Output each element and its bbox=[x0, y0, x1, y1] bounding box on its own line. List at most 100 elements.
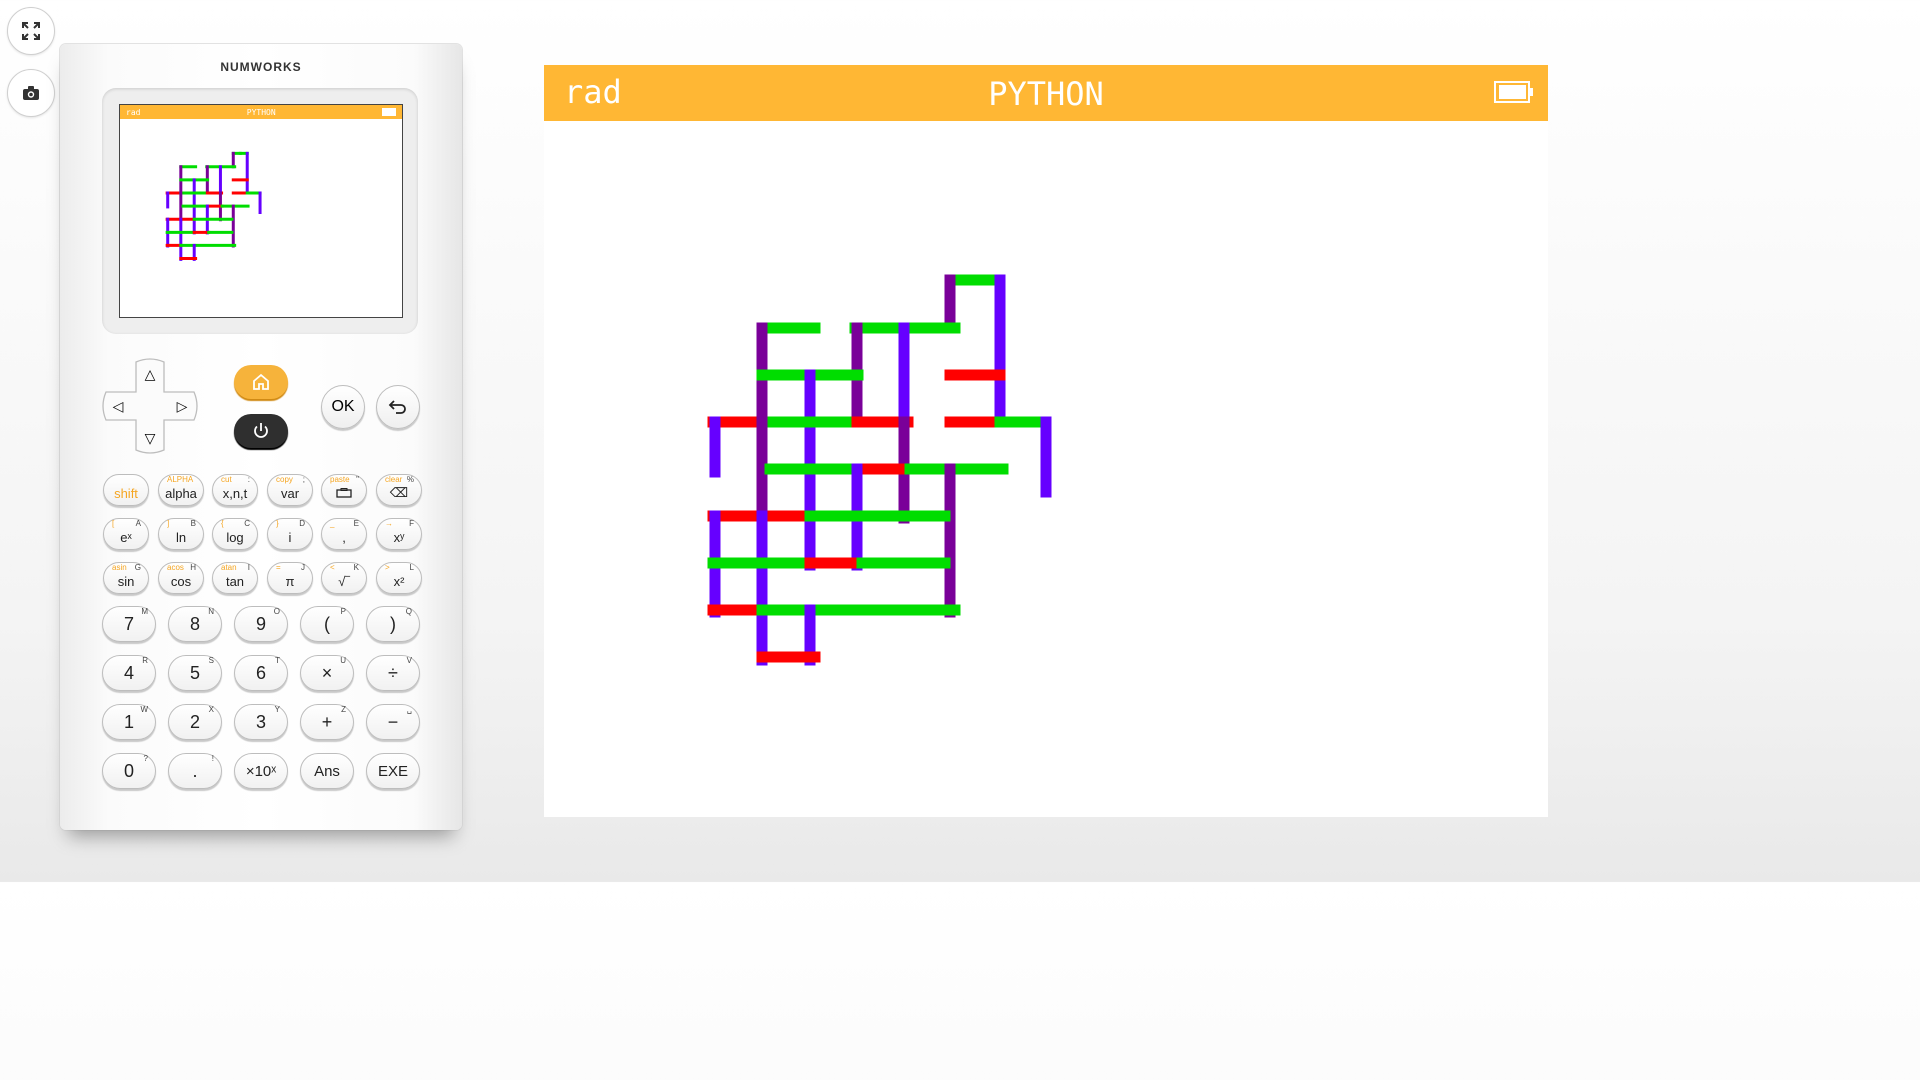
key-0-3[interactable]: var copy; bbox=[267, 474, 313, 506]
key-shift-label: < bbox=[330, 563, 335, 572]
key-×[interactable]: × U bbox=[300, 655, 354, 691]
brand-logo: NUMWORKS bbox=[220, 60, 302, 74]
dpad-up-button[interactable]: △ bbox=[136, 360, 164, 388]
key-alpha-label: L bbox=[409, 563, 414, 572]
turtle-drawing bbox=[707, 274, 1052, 666]
key-5[interactable]: 5S bbox=[168, 655, 222, 691]
key-label: × bbox=[321, 662, 333, 683]
key-alpha-label: Z bbox=[341, 705, 346, 714]
key-0-2[interactable]: x,n,t cut: bbox=[212, 474, 258, 506]
key-1-1[interactable]: ln] B bbox=[158, 518, 204, 550]
key-label: cos bbox=[170, 573, 192, 589]
key-2-2[interactable]: tan atan I bbox=[212, 562, 258, 594]
key-6[interactable]: 6T bbox=[234, 655, 288, 691]
dpad-left-button[interactable]: ◁ bbox=[104, 392, 132, 420]
key-label: sin bbox=[117, 573, 135, 589]
key-EXE[interactable]: EXE bbox=[366, 753, 420, 789]
key-shift-label: copy bbox=[276, 475, 293, 484]
key-label: ⌫ bbox=[389, 485, 409, 500]
key-alpha-label: Q bbox=[405, 607, 412, 616]
key-÷[interactable]: ÷ V bbox=[366, 655, 420, 691]
key-label: x,n,t bbox=[222, 485, 248, 501]
key-shift-label: atan bbox=[221, 563, 237, 572]
key-label: 3 bbox=[255, 711, 266, 732]
key-label: eˣ bbox=[120, 529, 132, 545]
mini-screen: rad PYTHON bbox=[119, 104, 403, 318]
mini-angle-mode: rad bbox=[126, 107, 141, 117]
fullscreen-icon bbox=[22, 22, 40, 40]
key-−[interactable]: − ␣ bbox=[366, 704, 420, 740]
key-label: x² bbox=[393, 573, 405, 589]
fullscreen-button[interactable] bbox=[7, 7, 55, 55]
key-label: √‾ bbox=[338, 573, 350, 589]
key-8[interactable]: 8N bbox=[168, 606, 222, 642]
home-button[interactable] bbox=[234, 365, 288, 399]
ok-button[interactable]: OK bbox=[321, 385, 365, 429]
key-1-3[interactable]: i} D bbox=[267, 518, 313, 550]
key-([interactable]: (P bbox=[300, 606, 354, 642]
key-+[interactable]: + Z bbox=[300, 704, 354, 740]
key-4[interactable]: 4R bbox=[102, 655, 156, 691]
key-label: ln bbox=[175, 529, 187, 545]
key-2-5[interactable]: x² > L bbox=[376, 562, 422, 594]
key-2[interactable]: 2X bbox=[168, 704, 222, 740]
key-0-4[interactable]: paste " bbox=[321, 474, 367, 506]
power-icon bbox=[254, 423, 268, 438]
key-0-5[interactable]: ⌫ clear% bbox=[376, 474, 422, 506]
key-alpha-label: B bbox=[190, 519, 196, 528]
key-9[interactable]: 9O bbox=[234, 606, 288, 642]
key-1-5[interactable]: xʸ → F bbox=[376, 518, 422, 550]
key-label: . bbox=[192, 760, 198, 781]
mini-title: PYTHON bbox=[246, 107, 276, 117]
key-alpha-label: % bbox=[406, 475, 414, 484]
battery-icon bbox=[1494, 81, 1533, 103]
key-)[interactable]: ) Q bbox=[366, 606, 420, 642]
key-label: 5 bbox=[189, 662, 200, 683]
back-button[interactable] bbox=[376, 385, 420, 429]
status-bar: rad PYTHON bbox=[544, 65, 1548, 121]
key-label: 0 bbox=[123, 760, 134, 781]
key-2-1[interactable]: cos acos H bbox=[158, 562, 204, 594]
key-2-3[interactable]: π = J bbox=[267, 562, 313, 594]
key-shift-label: ] bbox=[167, 519, 170, 528]
key-alpha-label: U bbox=[340, 656, 346, 665]
toolbox-icon bbox=[336, 486, 352, 501]
key-shift-label: cut bbox=[221, 475, 232, 484]
key-alpha-label: ! bbox=[211, 754, 214, 763]
key-alpha-label: D bbox=[299, 519, 305, 528]
key-0-1[interactable]: alpha ALPHA bbox=[158, 474, 204, 506]
key-1-0[interactable]: eˣ [A bbox=[103, 518, 149, 550]
key-2-4[interactable]: √‾ < K bbox=[321, 562, 367, 594]
key-1[interactable]: 1W bbox=[102, 704, 156, 740]
key-alpha-label: : bbox=[247, 475, 250, 484]
key-7[interactable]: 7M bbox=[102, 606, 156, 642]
key-alpha-label: N bbox=[208, 607, 214, 616]
key-shift-label: [ bbox=[112, 519, 115, 528]
dpad-down-button[interactable]: ▽ bbox=[136, 424, 164, 452]
key-1-2[interactable]: log{C bbox=[212, 518, 258, 550]
home-icon bbox=[253, 373, 269, 390]
screen-bezel: rad PYTHON bbox=[102, 88, 418, 334]
key-alpha-label: ; bbox=[302, 475, 305, 484]
key-Ans[interactable]: Ans bbox=[300, 753, 354, 789]
key-alpha-label: K bbox=[353, 563, 359, 572]
key-label: ) bbox=[390, 613, 396, 634]
key-label: ( bbox=[324, 613, 330, 634]
key-.[interactable]: .! bbox=[168, 753, 222, 789]
key-label: 7 bbox=[123, 613, 134, 634]
dpad-right-button[interactable]: ▷ bbox=[168, 392, 196, 420]
key-label: var bbox=[280, 485, 300, 501]
screenshot-button[interactable] bbox=[7, 69, 55, 117]
key-alpha-label: " bbox=[356, 475, 359, 484]
key-0[interactable]: 0? bbox=[102, 753, 156, 789]
key-alpha-label: X bbox=[208, 705, 214, 714]
power-button[interactable] bbox=[234, 414, 288, 448]
key-0-0[interactable]: shift bbox=[103, 474, 149, 506]
key-3[interactable]: 3Y bbox=[234, 704, 288, 740]
key-1-4[interactable]: , _ E bbox=[321, 518, 367, 550]
key-2-0[interactable]: sin asin G bbox=[103, 562, 149, 594]
key-shift-label: asin bbox=[112, 563, 127, 572]
key-×10ˣ[interactable]: ×10ˣ bbox=[234, 753, 288, 789]
key-alpha-label: F bbox=[409, 519, 414, 528]
key-alpha-label: R bbox=[142, 656, 148, 665]
